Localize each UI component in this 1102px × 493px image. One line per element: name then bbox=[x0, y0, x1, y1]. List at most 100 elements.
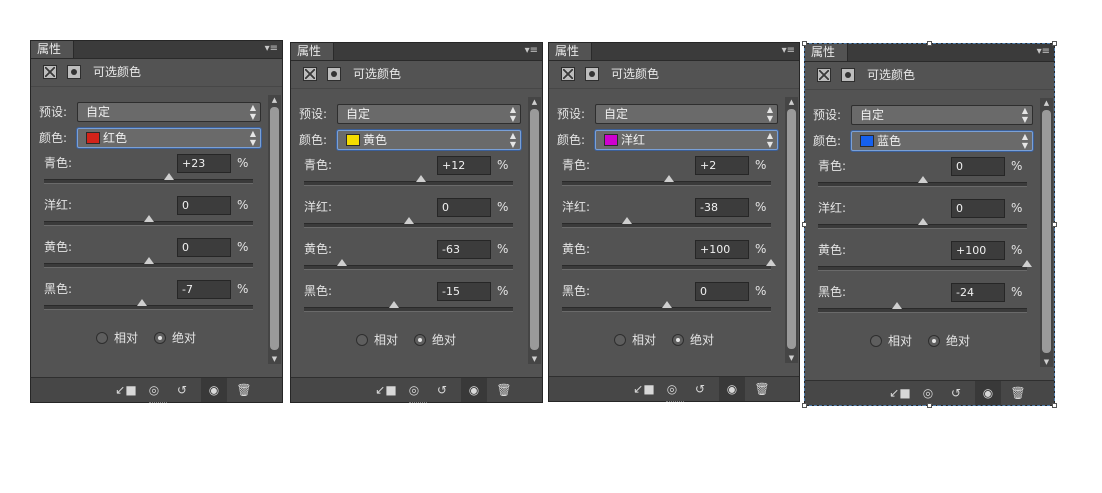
slider-track[interactable] bbox=[44, 299, 253, 310]
relative-radio[interactable] bbox=[96, 332, 108, 344]
tab-properties[interactable]: 属性 bbox=[291, 43, 334, 60]
slider-value-field[interactable]: +2 bbox=[695, 156, 749, 175]
preset-dropdown[interactable]: 自定 ▲ ▼ bbox=[337, 104, 521, 124]
slider-track[interactable] bbox=[304, 301, 513, 312]
eye-icon[interactable]: ◉ bbox=[201, 378, 227, 402]
adjustment-layer-icon[interactable] bbox=[817, 68, 831, 82]
tab-properties[interactable]: 属性 bbox=[549, 43, 592, 60]
color-dropdown[interactable]: 黄色 ▲ ▼ bbox=[337, 130, 521, 150]
trash-icon[interactable]: 🗑 bbox=[491, 378, 517, 402]
slider-value-field[interactable]: -24 bbox=[951, 283, 1005, 302]
adjustment-layer-icon[interactable] bbox=[43, 65, 57, 79]
relative-radio[interactable] bbox=[356, 334, 368, 346]
slider-track[interactable] bbox=[818, 260, 1032, 271]
slider-thumb[interactable] bbox=[892, 302, 903, 309]
slider-track[interactable] bbox=[562, 217, 771, 228]
vertical-scrollbar[interactable]: ▲ ▼ bbox=[1040, 98, 1053, 367]
scroll-up-arrow-icon[interactable]: ▲ bbox=[785, 97, 798, 107]
scrollbar-thumb[interactable] bbox=[1042, 110, 1051, 353]
relative-radio[interactable] bbox=[870, 335, 882, 347]
clip-to-layer-icon[interactable]: ↙■ bbox=[373, 378, 399, 402]
vertical-scrollbar[interactable]: ▲ ▼ bbox=[785, 97, 798, 363]
slider-track[interactable] bbox=[562, 259, 776, 270]
slider-track[interactable] bbox=[304, 175, 513, 186]
slider-value-field[interactable]: +12 bbox=[437, 156, 491, 175]
slider-thumb[interactable] bbox=[766, 259, 776, 266]
reset-icon[interactable]: ↺ bbox=[429, 378, 455, 402]
slider-thumb[interactable] bbox=[336, 259, 347, 266]
clip-to-layer-icon[interactable]: ↙■ bbox=[887, 381, 913, 405]
panel-menu-icon[interactable]: ▾≡ bbox=[782, 44, 795, 58]
slider-value-field[interactable]: -15 bbox=[437, 282, 491, 301]
slider-value-field[interactable]: 0 bbox=[437, 198, 491, 217]
view-previous-state-icon[interactable]: ◎ bbox=[659, 377, 685, 401]
slider-thumb[interactable] bbox=[388, 301, 399, 308]
view-previous-state-icon[interactable]: ◎ bbox=[401, 378, 427, 402]
slider-value-field[interactable]: +100 bbox=[951, 241, 1005, 260]
slider-track[interactable] bbox=[44, 257, 253, 268]
layer-mask-icon[interactable] bbox=[327, 67, 341, 81]
slider-value-field[interactable]: 0 bbox=[695, 282, 749, 301]
resize-grip[interactable] bbox=[409, 402, 427, 405]
slider-thumb[interactable] bbox=[661, 301, 672, 308]
slider-value-field[interactable]: 0 bbox=[951, 199, 1005, 218]
slider-track[interactable] bbox=[562, 175, 771, 186]
scroll-up-arrow-icon[interactable]: ▲ bbox=[528, 97, 541, 107]
trash-icon[interactable]: 🗑 bbox=[749, 377, 775, 401]
slider-value-field[interactable]: 0 bbox=[177, 196, 231, 215]
preset-dropdown[interactable]: 自定 ▲ ▼ bbox=[595, 104, 778, 124]
scrollbar-thumb[interactable] bbox=[787, 109, 796, 349]
eye-icon[interactable]: ◉ bbox=[461, 378, 487, 402]
preset-dropdown[interactable]: 自定 ▲ ▼ bbox=[851, 105, 1033, 125]
slider-track[interactable] bbox=[304, 217, 513, 228]
absolute-radio[interactable] bbox=[414, 334, 426, 346]
resize-grip[interactable] bbox=[666, 401, 684, 404]
slider-thumb[interactable] bbox=[917, 218, 928, 225]
scroll-down-arrow-icon[interactable]: ▼ bbox=[268, 354, 281, 364]
color-dropdown[interactable]: 红色 ▲ ▼ bbox=[77, 128, 261, 148]
color-dropdown[interactable]: 洋红 ▲ ▼ bbox=[595, 130, 778, 150]
absolute-radio[interactable] bbox=[672, 334, 684, 346]
scroll-down-arrow-icon[interactable]: ▼ bbox=[1040, 357, 1053, 367]
color-dropdown[interactable]: 蓝色 ▲ ▼ bbox=[851, 131, 1033, 151]
slider-value-field[interactable]: 0 bbox=[951, 157, 1005, 176]
vertical-scrollbar[interactable]: ▲ ▼ bbox=[528, 97, 541, 364]
absolute-radio[interactable] bbox=[928, 335, 940, 347]
scroll-down-arrow-icon[interactable]: ▼ bbox=[528, 354, 541, 364]
slider-thumb[interactable] bbox=[416, 175, 427, 182]
clip-to-layer-icon[interactable]: ↙■ bbox=[631, 377, 657, 401]
slider-track[interactable] bbox=[562, 301, 771, 312]
reset-icon[interactable]: ↺ bbox=[169, 378, 195, 402]
slider-thumb[interactable] bbox=[917, 176, 928, 183]
slider-track[interactable] bbox=[44, 215, 253, 226]
slider-thumb[interactable] bbox=[137, 299, 148, 306]
adjustment-layer-icon[interactable] bbox=[561, 67, 575, 81]
trash-icon[interactable]: 🗑 bbox=[231, 378, 257, 402]
view-previous-state-icon[interactable]: ◎ bbox=[915, 381, 941, 405]
layer-mask-icon[interactable] bbox=[841, 68, 855, 82]
panel-menu-icon[interactable]: ▾≡ bbox=[1037, 45, 1050, 59]
slider-value-field[interactable]: -38 bbox=[695, 198, 749, 217]
slider-thumb[interactable] bbox=[143, 257, 154, 264]
eye-icon[interactable]: ◉ bbox=[719, 377, 745, 401]
slider-value-field[interactable]: +100 bbox=[695, 240, 749, 259]
scroll-up-arrow-icon[interactable]: ▲ bbox=[1040, 98, 1053, 108]
slider-thumb[interactable] bbox=[403, 217, 414, 224]
relative-radio[interactable] bbox=[614, 334, 626, 346]
absolute-radio[interactable] bbox=[154, 332, 166, 344]
view-previous-state-icon[interactable]: ◎ bbox=[141, 378, 167, 402]
slider-thumb[interactable] bbox=[164, 173, 175, 180]
layer-mask-icon[interactable] bbox=[585, 67, 599, 81]
reset-icon[interactable]: ↺ bbox=[687, 377, 713, 401]
vertical-scrollbar[interactable]: ▲ ▼ bbox=[268, 95, 281, 364]
slider-thumb[interactable] bbox=[663, 175, 674, 182]
scrollbar-thumb[interactable] bbox=[270, 107, 279, 350]
layer-mask-icon[interactable] bbox=[67, 65, 81, 79]
scroll-up-arrow-icon[interactable]: ▲ bbox=[268, 95, 281, 105]
slider-thumb[interactable] bbox=[143, 215, 154, 222]
slider-track[interactable] bbox=[44, 173, 253, 184]
trash-icon[interactable]: 🗑 bbox=[1005, 381, 1031, 405]
slider-value-field[interactable]: -7 bbox=[177, 280, 231, 299]
panel-menu-icon[interactable]: ▾≡ bbox=[265, 42, 278, 56]
slider-thumb[interactable] bbox=[621, 217, 632, 224]
